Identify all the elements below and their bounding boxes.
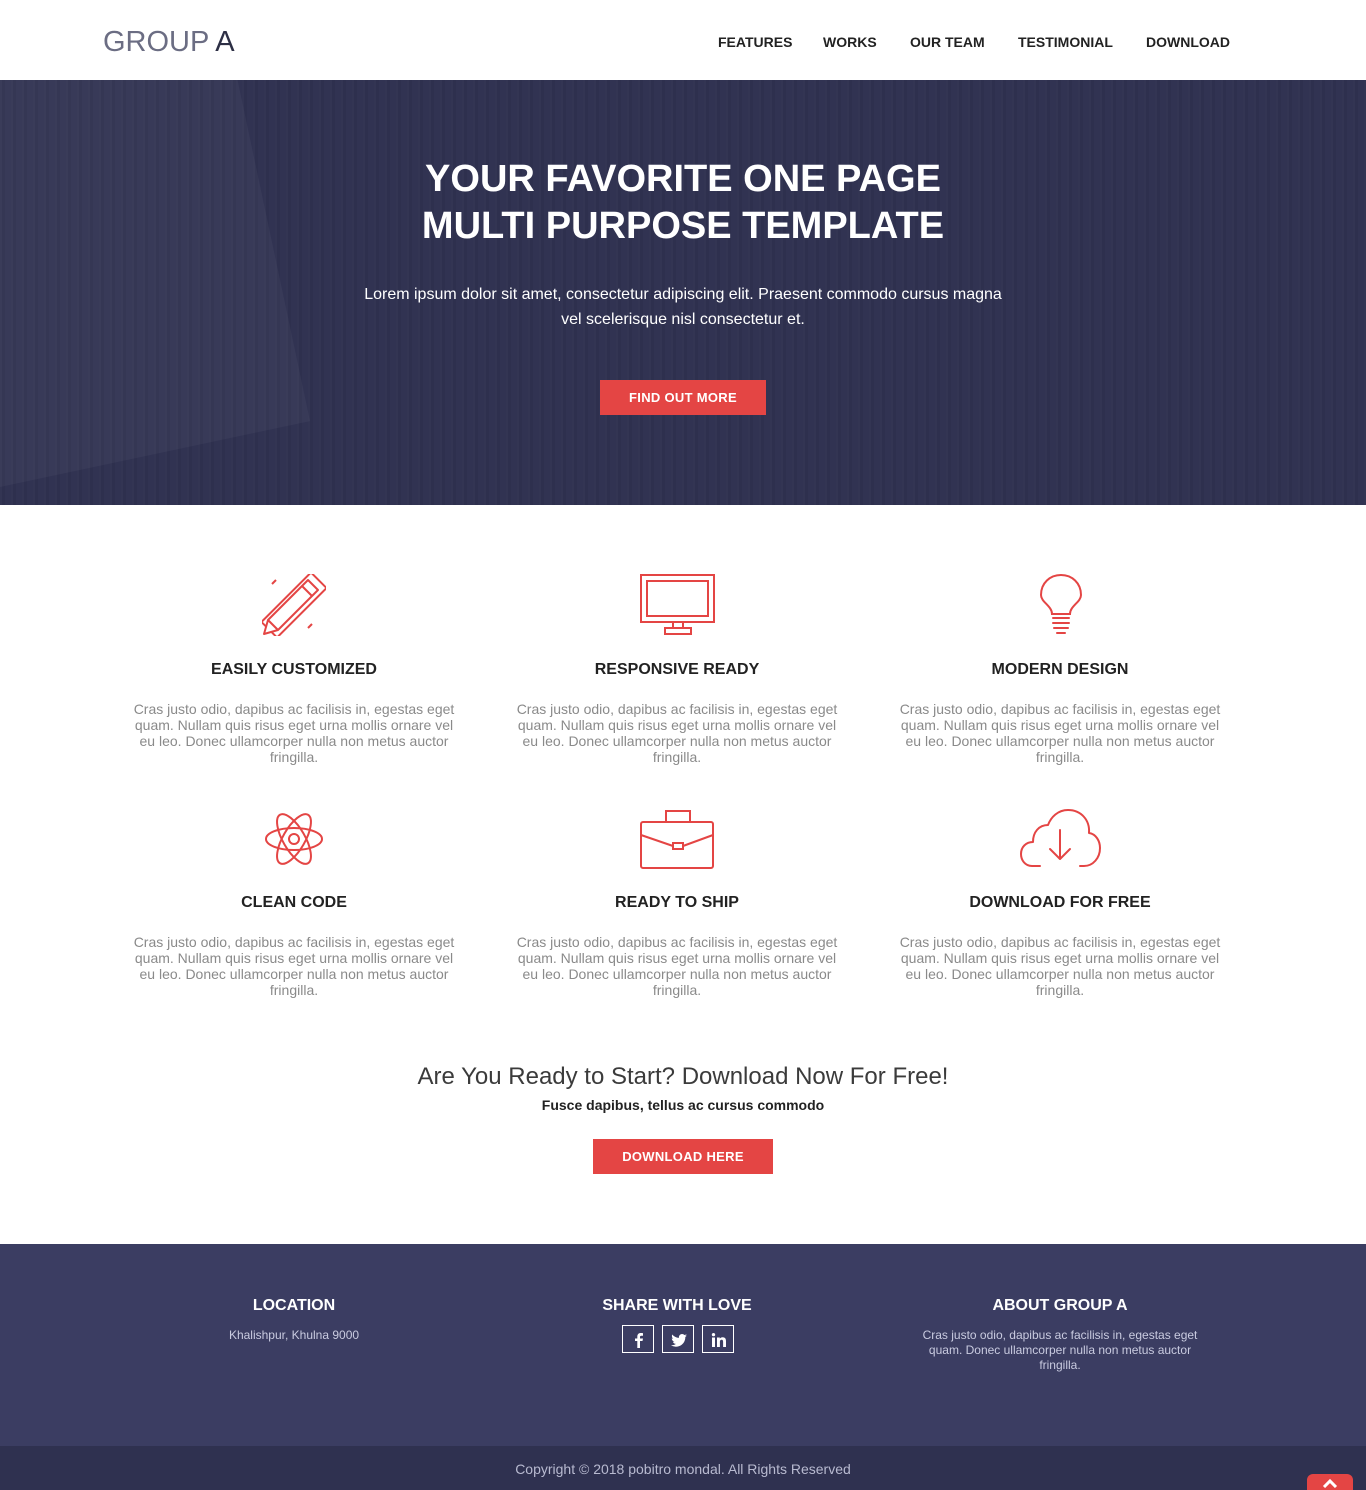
feature-text-line: Cras justo odio, dapibus ac facilisis in… xyxy=(133,934,455,950)
briefcase-icon xyxy=(640,810,714,869)
feature-text-line: eu leo. Donec ullamcorper nulla non metu… xyxy=(522,966,832,982)
feature-text: Cras justo odio, dapibus ac facilisis in… xyxy=(507,934,847,998)
logo-text-group: GROUP xyxy=(103,26,216,58)
feature-text-line: quam. Nullam quis risus eget urna mollis… xyxy=(517,950,837,966)
feature-text: Cras justo odio, dapibus ac facilisis in… xyxy=(124,701,464,765)
linkedin-button[interactable] xyxy=(702,1325,734,1353)
footer-about-line: fringilla. xyxy=(1039,1358,1081,1372)
nav-item-download[interactable]: DOWNLOAD xyxy=(1146,33,1230,51)
copyright-text: Copyright © 2018 pobitro mondal. All Rig… xyxy=(515,1461,851,1477)
feature-title: READY TO SHIP xyxy=(615,894,739,911)
back-to-top-button[interactable] xyxy=(1307,1474,1353,1490)
nav-item-our-team[interactable]: OUR TEAM xyxy=(910,33,985,51)
feature-text-line: fringilla. xyxy=(269,982,319,998)
feature-text-line: eu leo. Donec ullamcorper nulla non metu… xyxy=(905,733,1215,749)
footer-location-text: Khalishpur, Khulna 9000 xyxy=(228,1328,360,1342)
feature-text-line: fringilla. xyxy=(652,749,702,765)
cloud-download-icon xyxy=(1020,809,1101,867)
feature-text-line: Cras justo odio, dapibus ac facilisis in… xyxy=(899,701,1221,717)
monitor-icon xyxy=(640,574,715,635)
feature-text-line: quam. Nullam quis risus eget urna mollis… xyxy=(134,950,454,966)
feature-text-line: eu leo. Donec ullamcorper nulla non metu… xyxy=(522,733,832,749)
twitter-icon xyxy=(671,1334,687,1347)
navbar: GROUP A FEATURES WORKS OUR TEAM TESTIMON… xyxy=(0,0,1366,80)
feature-text-line: Cras justo odio, dapibus ac facilisis in… xyxy=(516,701,838,717)
nav-item-testimonial[interactable]: TESTIMONIAL xyxy=(1018,33,1113,51)
hero-text: Lorem ipsum dolor sit amet, consectetur … xyxy=(333,282,1033,332)
footer-about-line: quam. Donec ullamcorper nulla non metus … xyxy=(928,1343,1192,1357)
find-out-more-button[interactable]: FIND OUT MORE xyxy=(600,380,766,415)
hero-section: YOUR FAVORITE ONE PAGE MULTI PURPOSE TEMP… xyxy=(0,80,1366,505)
hero-text-line-1: Lorem ipsum dolor sit amet, consectetur … xyxy=(364,286,1002,303)
pencil-ruler-icon xyxy=(262,574,326,636)
linkedin-icon xyxy=(711,1333,726,1347)
feature-title: RESPONSIVE READY xyxy=(594,661,760,678)
feature-text-line: fringilla. xyxy=(1035,749,1085,765)
facebook-icon xyxy=(635,1333,643,1348)
chevron-up-icon xyxy=(1322,1478,1338,1488)
hero-text-line-2: vel scelerisque nisl consectetur et. xyxy=(561,311,805,328)
feature-text-line: eu leo. Donec ullamcorper nulla non metu… xyxy=(139,733,449,749)
footer-location-title: LOCATION xyxy=(252,1297,336,1314)
cta-title: Are You Ready to Start? Download Now For… xyxy=(417,1063,949,1090)
feature-text-line: Cras justo odio, dapibus ac facilisis in… xyxy=(516,934,838,950)
hero-title: YOUR FAVORITE ONE PAGE MULTI PURPOSE TEMP… xyxy=(0,156,1366,250)
facebook-button[interactable] xyxy=(622,1325,654,1353)
footer-about-line: Cras justo odio, dapibus ac facilisis in… xyxy=(922,1328,1198,1342)
feature-text: Cras justo odio, dapibus ac facilisis in… xyxy=(124,934,464,998)
feature-title: EASILY CUSTOMIZED xyxy=(211,661,377,678)
feature-title: CLEAN CODE xyxy=(241,894,347,911)
feature-title: MODERN DESIGN xyxy=(991,661,1129,678)
feature-text-line: fringilla. xyxy=(652,982,702,998)
feature-text-line: eu leo. Donec ullamcorper nulla non metu… xyxy=(139,966,449,982)
hero-title-line-2: MULTI PURPOSE TEMPLATE xyxy=(421,205,945,247)
feature-text-line: Cras justo odio, dapibus ac facilisis in… xyxy=(133,701,455,717)
footer-about-text: Cras justo odio, dapibus ac facilisis in… xyxy=(880,1328,1240,1373)
feature-text-line: quam. Nullam quis risus eget urna mollis… xyxy=(517,717,837,733)
feature-text-line: fringilla. xyxy=(1035,982,1085,998)
logo[interactable]: GROUP A xyxy=(103,26,235,58)
copyright-bar: Copyright © 2018 pobitro mondal. All Rig… xyxy=(0,1446,1366,1490)
download-here-button[interactable]: DOWNLOAD HERE xyxy=(593,1139,773,1174)
feature-text-line: Cras justo odio, dapibus ac facilisis in… xyxy=(899,934,1221,950)
feature-text-line: fringilla. xyxy=(269,749,319,765)
footer-about-title: ABOUT GROUP A xyxy=(992,1297,1128,1314)
feature-text-line: eu leo. Donec ullamcorper nulla non metu… xyxy=(905,966,1215,982)
feature-text-line: quam. Nullam quis risus eget urna mollis… xyxy=(900,717,1220,733)
footer-share-title: SHARE WITH LOVE xyxy=(602,1297,752,1314)
twitter-button[interactable] xyxy=(662,1325,694,1353)
logo-text-a: A xyxy=(215,26,235,58)
lightbulb-icon xyxy=(1039,574,1083,634)
nav-item-features[interactable]: FEATURES xyxy=(718,33,792,51)
feature-title: DOWNLOAD FOR FREE xyxy=(969,894,1151,911)
atom-icon xyxy=(265,813,323,865)
footer: LOCATION Khalishpur, Khulna 9000 SHARE W… xyxy=(0,1244,1366,1446)
nav-item-works[interactable]: WORKS xyxy=(823,33,877,51)
feature-text: Cras justo odio, dapibus ac facilisis in… xyxy=(507,701,847,765)
feature-text: Cras justo odio, dapibus ac facilisis in… xyxy=(890,701,1230,765)
feature-text: Cras justo odio, dapibus ac facilisis in… xyxy=(890,934,1230,998)
feature-text-line: quam. Nullam quis risus eget urna mollis… xyxy=(900,950,1220,966)
hero-title-line-1: YOUR FAVORITE ONE PAGE xyxy=(425,158,941,200)
cta-subtitle: Fusce dapibus, tellus ac cursus commodo xyxy=(541,1097,825,1113)
feature-text-line: quam. Nullam quis risus eget urna mollis… xyxy=(134,717,454,733)
